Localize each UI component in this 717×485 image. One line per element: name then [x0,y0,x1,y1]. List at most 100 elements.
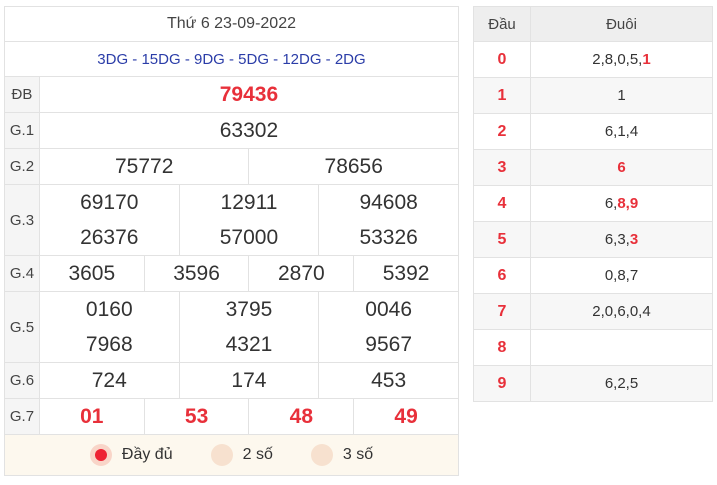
option-full-label: Đầy đủ [121,446,173,463]
tail-digits: 6,1,4 [530,113,713,150]
prize-label-g7: G.7 [4,398,40,435]
prize-g3-number: 69170 [80,191,139,214]
option-two-digits-label: 2 số [242,446,273,463]
prize-row-g5: G.5 0160 7968 3795 4321 0046 9567 [4,291,459,363]
head-digit: 9 [473,365,531,402]
prize-row-g4: G.4 3605 3596 2870 5392 [4,255,459,292]
tail-digits [530,329,713,366]
tail-digits-normal: 0,8,7 [604,267,639,284]
prize-label-g3: G.3 [4,184,40,256]
tail-digits: 6,2,5 [530,365,713,402]
prize-row-g1: G.1 63302 [4,112,460,149]
head-tail-table: Đầu Đuôi 0 2,8,0,5,1 1 1 2 6,1,4 3 6 4 6,8,9 5 6,3,… [473,6,713,402]
prize-g4-number: 3596 [143,255,250,292]
prize-g4-number: 2870 [248,255,355,292]
tail-digits-normal: 6,1,4 [604,123,639,140]
head-tail-row: 11 [473,77,713,114]
prize-label-g2: G.2 [4,148,40,185]
draw-date-title: Thứ 6 23-09-2022 [4,6,459,42]
prize-label-db: ĐB [4,76,40,113]
prize-g3-number: 57000 [219,226,279,249]
prize-g7-number: 01 [38,398,145,435]
head-digit: 0 [473,41,531,78]
tail-digits-normal: 6,2,5 [604,375,639,392]
tail-digits: 2,8,0,5,1 [530,41,713,78]
header-duoi: Đuôi [530,6,713,42]
tail-digits-highlight: 1 [642,51,651,68]
results-table: Thứ 6 23-09-2022 3DG - 15DG - 9DG - 5DG … [4,6,460,476]
tail-digits-normal: 2,0,6,0,4 [592,303,651,320]
radio-three-digits[interactable] [310,444,333,466]
prize-label-g6: G.6 [4,362,40,399]
prize-g6-number: 174 [178,362,320,399]
head-digit: 6 [473,257,531,294]
head-tail-row: 9 6,2,5 [473,365,713,402]
prize-g7-number: 53 [143,398,250,435]
prize-g6-number: 453 [318,362,459,399]
prize-label-g5: G.5 [4,291,40,363]
option-three-digits-label: 3 số [342,446,374,463]
tail-digits: 2,0,6,0,4 [530,293,713,330]
prize-g5-number: 0160 [85,298,133,321]
prize-g3-number: 26376 [80,226,139,249]
prize-g5-number: 3795 [225,298,273,321]
tail-digits: 6,3,3 [530,221,713,258]
tail-digits: 1 [530,77,713,114]
ticket-codes: 3DG - 15DG - 9DG - 5DG - 12DG - 2DG [4,41,459,77]
head-digit: 8 [473,329,531,366]
head-tail-row: 8 [473,329,713,366]
prize-g5-number: 0046 [365,298,412,321]
header-dau: Đầu [473,6,531,42]
head-tail-row: 0 2,8,0,5,1 [473,41,713,78]
head-digit: 5 [473,221,531,258]
prize-g3-number: 53326 [359,226,418,249]
head-digit: 7 [473,293,531,330]
display-options-bar: Đầy đủ 2 số 3 số [4,434,459,476]
prize-label-g4: G.4 [4,255,40,292]
tail-digits-highlight: 8,9 [617,195,639,212]
head-tail-row: 5 6,3,3 [473,221,713,258]
head-tail-row: 7 2,0,6,0,4 [473,293,713,330]
prize-label-g1: G.1 [4,112,40,149]
prize-g7-number: 49 [353,398,459,435]
prize-row-special: ĐB 79436 [4,76,460,113]
tail-digits-normal: 6, [604,195,618,212]
tail-digits: 6,8,9 [530,185,713,222]
head-digit: 4 [473,185,531,222]
head-digit: 1 [473,77,531,114]
prize-g5-number: 9567 [365,333,412,356]
tail-digits-normal: 1 [617,87,626,104]
head-tail-row: 6 0,8,7 [473,257,713,294]
tail-digits-normal: 2,8,0,5, [592,51,643,68]
prize-row-g7: G.7 01 53 48 49 [4,398,459,435]
prize-g2-number: 78656 [248,148,459,185]
radio-full[interactable] [89,444,112,466]
prize-g5-number: 4321 [225,333,273,356]
prize-row-g6: G.6 724 174 453 [4,362,459,399]
head-tail-row: 36 [473,149,713,186]
prize-g1-number: 63302 [38,112,460,149]
tail-digits-highlight: 6 [617,159,626,176]
tail-digits-highlight: 3 [629,231,639,248]
prize-g7-number: 48 [248,398,355,435]
head-tail-row: 4 6,8,9 [473,185,713,222]
prize-g3-number: 12911 [220,191,278,214]
tail-digits-normal: 6,3, [604,231,630,248]
prize-g3-number: 94608 [359,191,418,214]
prize-g4-number: 3605 [38,255,145,292]
prize-row-g3: G.3 69170 26376 12911 57000 94608 53326 [4,184,459,256]
radio-two-digits[interactable] [210,444,233,466]
prize-g5-number: 7968 [85,333,133,356]
prize-g6-number: 724 [38,362,180,399]
prize-row-g2: G.2 75772 78656 [4,148,459,185]
head-digit: 3 [473,149,531,186]
prize-g4-number: 5392 [353,255,459,292]
head-digit: 2 [473,113,531,150]
tail-digits: 6 [530,149,713,186]
prize-g2-number: 75772 [38,148,250,185]
option-full[interactable]: Đầy đủ [89,444,173,466]
option-two-digits[interactable]: 2 số [210,444,273,466]
head-tail-row: 2 6,1,4 [473,113,713,150]
prize-db-number: 79436 [38,76,460,113]
option-three-digits[interactable]: 3 số [310,444,374,466]
